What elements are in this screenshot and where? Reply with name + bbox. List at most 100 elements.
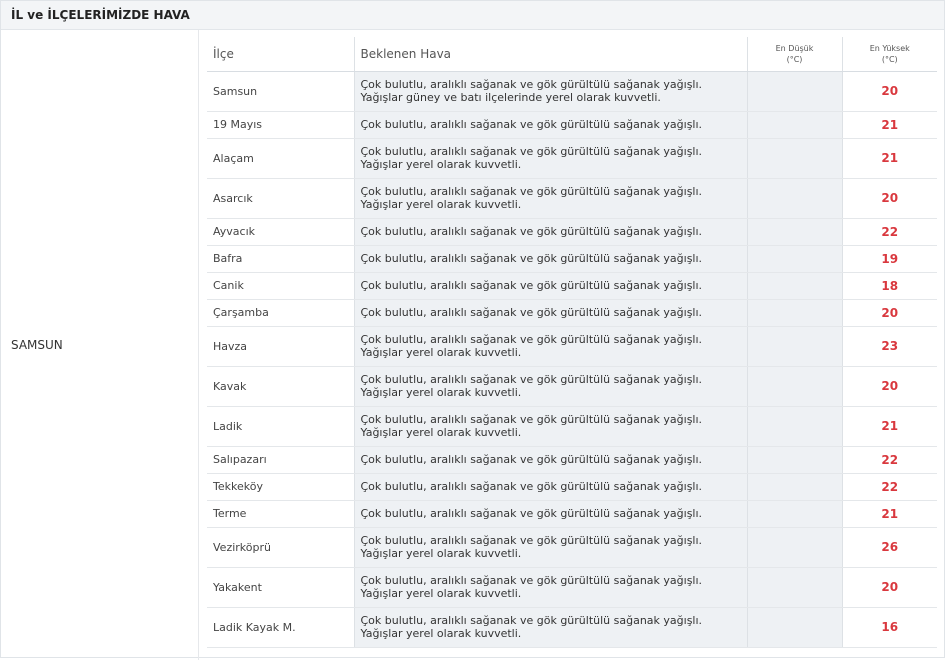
min-temp — [746, 366, 842, 407]
max-temp: 22 — [841, 446, 937, 474]
table-row: Ayvacık Çok bulutlu, aralıklı sağanak ve … — [207, 218, 937, 246]
expected-weather: Çok bulutlu, aralıklı sağanak ve gök gür… — [353, 138, 747, 179]
district-name: Yakakent — [207, 567, 354, 608]
district-name: Çarşamba — [207, 299, 354, 327]
min-temp — [746, 607, 842, 648]
table-row: Samsun Çok bulutlu, aralıklı sağanak ve g… — [207, 71, 937, 112]
table-row: Vezirköprü Çok bulutlu, aralıklı sağanak … — [207, 527, 937, 568]
max-temp: 22 — [841, 218, 937, 246]
table-row: Terme Çok bulutlu, aralıklı sağanak ve gö… — [207, 500, 937, 528]
max-temp: 21 — [841, 500, 937, 528]
table-header-row: İlçe Beklenen Hava En Düşük (°C) En Yüks… — [207, 37, 937, 72]
min-temp — [746, 218, 842, 246]
max-temp: 21 — [841, 406, 937, 447]
header-min-label: En Düşük — [775, 43, 814, 53]
weather-panel: İL ve İLÇELERİMİZDE HAVA SAMSUN İlçe Bek… — [0, 0, 945, 660]
table-row: Çarşamba Çok bulutlu, aralıklı sağanak ve… — [207, 299, 937, 327]
district-name: 19 Mayıs — [207, 111, 354, 139]
district-name: Samsun — [207, 71, 354, 112]
district-name: Vezirköprü — [207, 527, 354, 568]
expected-weather: Çok bulutlu, aralıklı sağanak ve gök gür… — [353, 272, 747, 300]
max-temp: 22 — [841, 473, 937, 501]
table-row: Havza Çok bulutlu, aralıklı sağanak ve gö… — [207, 326, 937, 367]
expected-weather: Çok bulutlu, aralıklı sağanak ve gök gür… — [353, 218, 747, 246]
max-temp: 20 — [841, 178, 937, 219]
expected-weather: Çok bulutlu, aralıklı sağanak ve gök gür… — [353, 366, 747, 407]
min-temp — [746, 406, 842, 447]
min-temp — [746, 473, 842, 501]
min-temp — [746, 245, 842, 273]
district-name: Kavak — [207, 366, 354, 407]
district-name: Asarcık — [207, 178, 354, 219]
max-temp: 18 — [841, 272, 937, 300]
max-temp: 19 — [841, 245, 937, 273]
expected-weather: Çok bulutlu, aralıklı sağanak ve gök gür… — [353, 446, 747, 474]
expected-weather: Çok bulutlu, aralıklı sağanak ve gök gür… — [353, 607, 747, 648]
expected-weather: Çok bulutlu, aralıklı sağanak ve gök gür… — [353, 299, 747, 327]
district-name: Terme — [207, 500, 354, 528]
district-name: Tekkeköy — [207, 473, 354, 501]
max-temp: 16 — [841, 607, 937, 648]
expected-weather: Çok bulutlu, aralıklı sağanak ve gök gür… — [353, 406, 747, 447]
table-body: Samsun Çok bulutlu, aralıklı sağanak ve g… — [207, 71, 937, 648]
min-temp — [746, 446, 842, 474]
expected-weather: Çok bulutlu, aralıklı sağanak ve gök gür… — [353, 245, 747, 273]
max-temp: 23 — [841, 326, 937, 367]
table-row: 19 Mayıs Çok bulutlu, aralıklı sağanak ve… — [207, 111, 937, 139]
max-temp: 20 — [841, 299, 937, 327]
header-district: İlçe — [207, 37, 354, 72]
panel-body: SAMSUN İlçe Beklenen Hava En Düşük (°C) … — [1, 30, 944, 660]
max-temp: 20 — [841, 71, 937, 112]
table-row: Kavak Çok bulutlu, aralıklı sağanak ve gö… — [207, 366, 937, 407]
min-temp — [746, 500, 842, 528]
expected-weather: Çok bulutlu, aralıklı sağanak ve gök gür… — [353, 178, 747, 219]
forecast-table: İlçe Beklenen Hava En Düşük (°C) En Yüks… — [207, 37, 937, 648]
min-temp — [746, 567, 842, 608]
header-min-unit: (°C) — [786, 54, 803, 64]
min-temp — [746, 272, 842, 300]
district-name: Canik — [207, 272, 354, 300]
header-weather: Beklenen Hava — [353, 37, 747, 72]
district-name: Ladik Kayak M. — [207, 607, 354, 648]
header-min-temp: En Düşük (°C) — [746, 37, 842, 72]
max-temp: 21 — [841, 111, 937, 139]
district-name: Ayvacık — [207, 218, 354, 246]
max-temp: 26 — [841, 527, 937, 568]
min-temp — [746, 299, 842, 327]
expected-weather: Çok bulutlu, aralıklı sağanak ve gök gür… — [353, 111, 747, 139]
table-row: Yakakent Çok bulutlu, aralıklı sağanak ve… — [207, 567, 937, 608]
min-temp — [746, 527, 842, 568]
district-name: Alaçam — [207, 138, 354, 179]
header-max-temp: En Yüksek (°C) — [841, 37, 937, 72]
table-row: Ladik Kayak M. Çok bulutlu, aralıklı sağa… — [207, 607, 937, 648]
table-row: Tekkeköy Çok bulutlu, aralıklı sağanak ve… — [207, 473, 937, 501]
table-row: Ladik Çok bulutlu, aralıklı sağanak ve gö… — [207, 406, 937, 447]
table-row: Alaçam Çok bulutlu, aralıklı sağanak ve g… — [207, 138, 937, 179]
expected-weather: Çok bulutlu, aralıklı sağanak ve gök gür… — [353, 71, 747, 112]
min-temp — [746, 178, 842, 219]
expected-weather: Çok bulutlu, aralıklı sağanak ve gök gür… — [353, 500, 747, 528]
expected-weather: Çok bulutlu, aralıklı sağanak ve gök gür… — [353, 527, 747, 568]
min-temp — [746, 138, 842, 179]
header-max-unit: (°C) — [881, 54, 898, 64]
min-temp — [746, 71, 842, 112]
panel-title: İL ve İLÇELERİMİZDE HAVA — [1, 1, 944, 30]
province-name: SAMSUN — [1, 30, 199, 660]
table-wrapper: İlçe Beklenen Hava En Düşük (°C) En Yüks… — [199, 30, 944, 660]
expected-weather: Çok bulutlu, aralıklı sağanak ve gök gür… — [353, 567, 747, 608]
max-temp: 20 — [841, 567, 937, 608]
table-row: Asarcık Çok bulutlu, aralıklı sağanak ve … — [207, 178, 937, 219]
min-temp — [746, 326, 842, 367]
district-name: Bafra — [207, 245, 354, 273]
expected-weather: Çok bulutlu, aralıklı sağanak ve gök gür… — [353, 473, 747, 501]
min-temp — [746, 111, 842, 139]
district-name: Ladik — [207, 406, 354, 447]
table-row: Bafra Çok bulutlu, aralıklı sağanak ve gö… — [207, 245, 937, 273]
header-max-label: En Yüksek — [869, 43, 910, 53]
table-row: Salıpazarı Çok bulutlu, aralıklı sağanak … — [207, 446, 937, 474]
district-name: Havza — [207, 326, 354, 367]
expected-weather: Çok bulutlu, aralıklı sağanak ve gök gür… — [353, 326, 747, 367]
max-temp: 20 — [841, 366, 937, 407]
table-row: Canik Çok bulutlu, aralıklı sağanak ve gö… — [207, 272, 937, 300]
max-temp: 21 — [841, 138, 937, 179]
